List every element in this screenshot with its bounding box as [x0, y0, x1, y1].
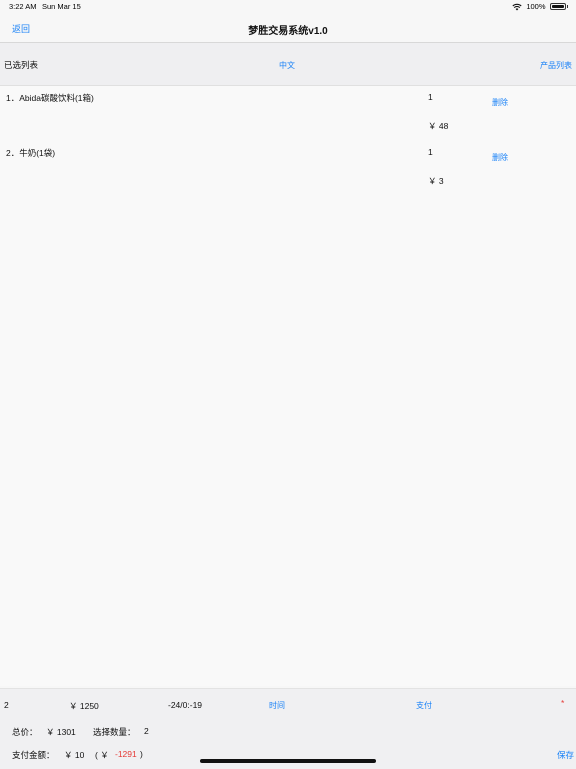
item-price: ￥ 3 [428, 176, 444, 186]
status-right: 100% [512, 2, 568, 11]
item-qty: 1 [428, 147, 433, 157]
quantity-value: 2 [144, 726, 149, 736]
paren-open: ( ￥ [95, 750, 109, 760]
required-star: * [561, 698, 565, 708]
item-qty: 1 [428, 92, 433, 102]
status-bar: 3:22 AM Sun Mar 15 100% [0, 0, 576, 14]
pay-amount-label: 支付金额： [12, 750, 55, 760]
amount-value: ￥ 1250 [69, 701, 99, 711]
battery-percent: 100% [526, 2, 546, 11]
list-item: 2．牛奶(1袋) 1 ￥ 3 删除 [0, 141, 576, 196]
home-indicator[interactable] [200, 759, 376, 763]
footer-panel: 2 ￥ 1250 -24/0:-19 时间 支付 * 总价： ￥ 1301 选择… [0, 688, 576, 769]
selected-list-label: 已选列表 [4, 60, 39, 70]
pay-amount-value[interactable]: ￥ 10 [64, 749, 84, 761]
product-list-button[interactable]: 产品列表 [540, 60, 572, 71]
total-label: 总价： [12, 727, 38, 737]
save-button[interactable]: 保存 [557, 749, 574, 761]
nav-bar: 返回 梦胜交易系统v1.0 [0, 14, 576, 43]
status-time: 3:22 AM [9, 2, 37, 11]
list-header: 已选列表 中文 产品列表 [0, 43, 576, 86]
total-value: ￥ 1301 [46, 727, 76, 737]
time-code: -24/0:-19 [168, 700, 203, 710]
language-button[interactable]: 中文 [279, 60, 295, 71]
item-name: 2．牛奶(1袋) [6, 148, 56, 158]
item-count: 2 [4, 700, 9, 710]
wifi-icon [512, 3, 522, 10]
difference-value: -1291 [115, 749, 137, 759]
delete-button[interactable]: 删除 [492, 97, 508, 108]
quantity-label: 选择数量： [93, 727, 136, 737]
selected-items-list: 1．Abida碳酸饮料(1箱) 1 ￥ 48 删除 2．牛奶(1袋) 1 ￥ 3… [0, 86, 576, 686]
battery-icon [549, 3, 566, 10]
list-item: 1．Abida碳酸饮料(1箱) 1 ￥ 48 删除 [0, 86, 576, 141]
item-price: ￥ 48 [428, 121, 449, 131]
item-name: 1．Abida碳酸饮料(1箱) [6, 93, 94, 103]
page-title: 梦胜交易系统v1.0 [248, 26, 328, 37]
status-date: Sun Mar 15 [42, 2, 81, 11]
delete-button[interactable]: 删除 [492, 152, 508, 163]
battery-tip [566, 5, 568, 8]
paren-close: ) [140, 749, 143, 759]
pay-button[interactable]: 支付 [416, 700, 432, 711]
time-button[interactable]: 时间 [269, 700, 285, 711]
